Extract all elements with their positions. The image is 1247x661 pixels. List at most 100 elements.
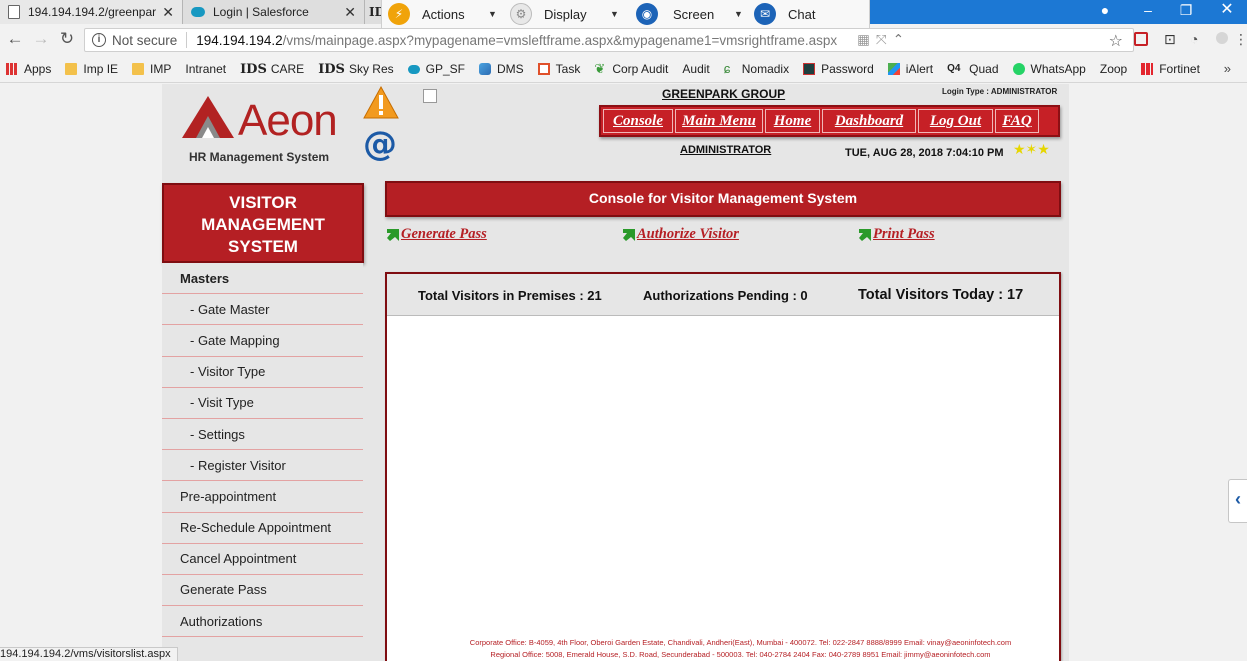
back-arrow-icon[interactable]: ← bbox=[5, 29, 25, 49]
reload-icon[interactable]: ↻ bbox=[57, 29, 77, 49]
bookmark-label: GP_SF bbox=[425, 62, 465, 76]
screen-menu[interactable]: ◉ Screen ▼ bbox=[636, 0, 743, 29]
collapse-panel-icon[interactable]: ‹ bbox=[1228, 479, 1247, 523]
minimize-icon[interactable]: – bbox=[1128, 0, 1168, 24]
bookmark-audit[interactable]: Audit bbox=[0, 62, 710, 153]
authorizations-pending[interactable]: Authorizations Pending : 0 bbox=[643, 288, 808, 303]
bookmark-fortinet[interactable]: Fortinet bbox=[1141, 62, 1200, 76]
ids-icon: IDS bbox=[240, 61, 267, 77]
bookmark-ialert[interactable]: iAlert bbox=[887, 62, 934, 76]
menu-icon[interactable]: ⋮ bbox=[1234, 31, 1247, 48]
total-in-premises[interactable]: Total Visitors in Premises : 21 bbox=[418, 288, 602, 303]
aeon-app: Aeon HR Management System @ GREENPARK GR… bbox=[162, 84, 1069, 661]
menu-visit-type[interactable]: - Visit Type bbox=[162, 387, 363, 419]
bookmark-star-icon[interactable]: ☆ bbox=[1109, 31, 1123, 51]
print-pass-link[interactable]: Print Pass bbox=[859, 226, 935, 243]
total-today[interactable]: Total Visitors Today : 17 bbox=[858, 287, 1023, 303]
menu-generate-pass[interactable]: Generate Pass bbox=[162, 574, 363, 607]
menu-gate-master[interactable]: - Gate Master bbox=[162, 294, 363, 326]
bookmark-label: DMS bbox=[496, 62, 524, 76]
chevron-up-icon[interactable]: ⌃ bbox=[893, 32, 904, 48]
stats-header: Total Visitors in Premises : 21 Authoriz… bbox=[387, 274, 1059, 316]
menu-reschedule-appointment[interactable]: Re-Schedule Appointment bbox=[162, 512, 363, 544]
nav-logout-link[interactable]: Log Out bbox=[918, 109, 993, 133]
address-bar[interactable]: i Not secure 194.194.194.2 /vms/mainpage… bbox=[84, 28, 1134, 52]
actions-menu[interactable]: ⚡ Actions ▼ bbox=[388, 0, 497, 29]
close-tab-icon[interactable]: ✕ bbox=[162, 4, 174, 21]
nav-faq-link[interactable]: FAQ bbox=[995, 109, 1039, 133]
bookmark-label: WhatsApp bbox=[1030, 62, 1086, 76]
nav-console-link[interactable]: Console bbox=[603, 109, 673, 133]
bookmark-label: iAlert bbox=[905, 62, 934, 76]
menu-authorizations[interactable]: Authorizations bbox=[162, 606, 363, 638]
authorize-visitor-link[interactable]: Authorize Visitor bbox=[623, 226, 739, 243]
print-pass-label: Print Pass bbox=[873, 226, 935, 242]
leaf-icon: ❦ bbox=[594, 61, 606, 76]
top-navigation: Console Main Menu Home Dashboard Log Out… bbox=[599, 105, 1060, 137]
url-host: 194.194.194.2 bbox=[196, 32, 283, 48]
extension-icon[interactable] bbox=[1216, 32, 1228, 44]
security-label: Not secure bbox=[112, 32, 178, 48]
menu-settings[interactable]: - Settings bbox=[162, 418, 363, 451]
bookmark-whatsapp[interactable]: WhatsApp bbox=[1012, 62, 1086, 76]
menu-register-visitor[interactable]: - Register Visitor bbox=[162, 450, 363, 482]
bookmark-label: Apps bbox=[24, 62, 52, 76]
browser-tab[interactable]: Login | Salesforce ✕ bbox=[183, 0, 365, 24]
arrow-up-right-icon bbox=[387, 228, 399, 241]
console-title: Console for Visitor Management System bbox=[385, 181, 1061, 217]
bookmark-dms[interactable]: DMS bbox=[478, 62, 524, 76]
profile-icon[interactable]: ● bbox=[1085, 0, 1125, 24]
bookmark-apps[interactable]: Apps bbox=[6, 62, 51, 76]
menu-gate-mapping[interactable]: - Gate Mapping bbox=[162, 325, 363, 357]
menu-visitor-type[interactable]: - Visitor Type bbox=[162, 356, 363, 388]
bookmark-imp[interactable]: IMP bbox=[132, 62, 171, 76]
restore-icon[interactable]: ❐ bbox=[1166, 0, 1206, 24]
bookmark-task[interactable]: Task bbox=[537, 62, 580, 76]
menu-cancel-appointment[interactable]: Cancel Appointment bbox=[162, 543, 363, 575]
expand-icon[interactable]: ⤧ bbox=[876, 32, 887, 48]
bookmark-label: Audit bbox=[682, 62, 710, 76]
bookmark-quad[interactable]: Q4 Quad bbox=[947, 62, 998, 76]
window-close-icon[interactable]: ✕ bbox=[1207, 0, 1247, 24]
forward-arrow-icon[interactable]: → bbox=[31, 29, 51, 49]
info-icon[interactable]: i bbox=[92, 33, 106, 47]
grid-icon[interactable]: ▦ bbox=[857, 32, 870, 48]
display-menu[interactable]: ⚙ Display ▼ bbox=[510, 0, 619, 29]
broken-image-icon bbox=[423, 89, 437, 103]
nav-dashboard-link[interactable]: Dashboard bbox=[822, 109, 916, 133]
aeon-logo-icon bbox=[182, 96, 234, 138]
bookmark-zoop[interactable]: Zoop bbox=[0, 62, 1128, 153]
bookmark-password[interactable]: Password bbox=[803, 62, 874, 76]
bookmark-gp-sf[interactable]: GP_SF bbox=[407, 62, 465, 76]
extension-icon[interactable] bbox=[1134, 32, 1148, 46]
generate-pass-link[interactable]: Generate Pass bbox=[387, 226, 487, 243]
bookmark-nomadix[interactable]: ɕ Nomadix bbox=[724, 62, 789, 76]
close-tab-icon[interactable]: ✕ bbox=[344, 4, 356, 21]
left-menu: Masters - Gate Master - Gate Mapping - V… bbox=[162, 263, 363, 638]
actions-label: Actions bbox=[422, 6, 465, 22]
email-at-icon[interactable]: @ bbox=[363, 124, 397, 164]
warning-icon[interactable] bbox=[363, 86, 399, 120]
menu-masters[interactable]: Masters bbox=[162, 263, 363, 295]
bookmark-label: Zoop bbox=[1099, 62, 1128, 76]
nav-home-link[interactable]: Home bbox=[765, 109, 820, 133]
chat-button[interactable]: ✉ Chat bbox=[754, 0, 815, 29]
extension-icon[interactable]: ⊡ bbox=[1164, 31, 1176, 48]
menu-pre-appointment[interactable]: Pre-appointment bbox=[162, 481, 363, 513]
chevron-down-icon: ▼ bbox=[734, 9, 743, 19]
extension-icon[interactable]: ◔ bbox=[1190, 31, 1198, 47]
more-bookmarks-icon[interactable]: » bbox=[1224, 61, 1231, 76]
page-viewport: Aeon HR Management System @ GREENPARK GR… bbox=[0, 84, 1247, 661]
bookmark-care[interactable]: IDS CARE bbox=[240, 62, 304, 77]
user-name[interactable]: ADMINISTRATOR bbox=[680, 144, 771, 156]
generate-pass-label: Generate Pass bbox=[401, 226, 487, 242]
logo-text: Aeon bbox=[238, 96, 338, 145]
module-title-line: VISITOR bbox=[229, 193, 297, 212]
nav-main-menu-link[interactable]: Main Menu bbox=[675, 109, 763, 133]
bookmark-imp-ie[interactable]: Imp IE bbox=[65, 62, 118, 76]
bookmark-label: Nomadix bbox=[741, 62, 790, 76]
bookmark-sky-res[interactable]: IDS Sky Res bbox=[318, 62, 393, 77]
browser-tab-active[interactable]: 194.194.194.2/greenpark ✕ bbox=[0, 0, 183, 24]
bookmark-intranet[interactable]: Intranet bbox=[0, 62, 226, 153]
bookmark-corp-audit[interactable]: ❦ Corp Audit bbox=[594, 62, 668, 76]
